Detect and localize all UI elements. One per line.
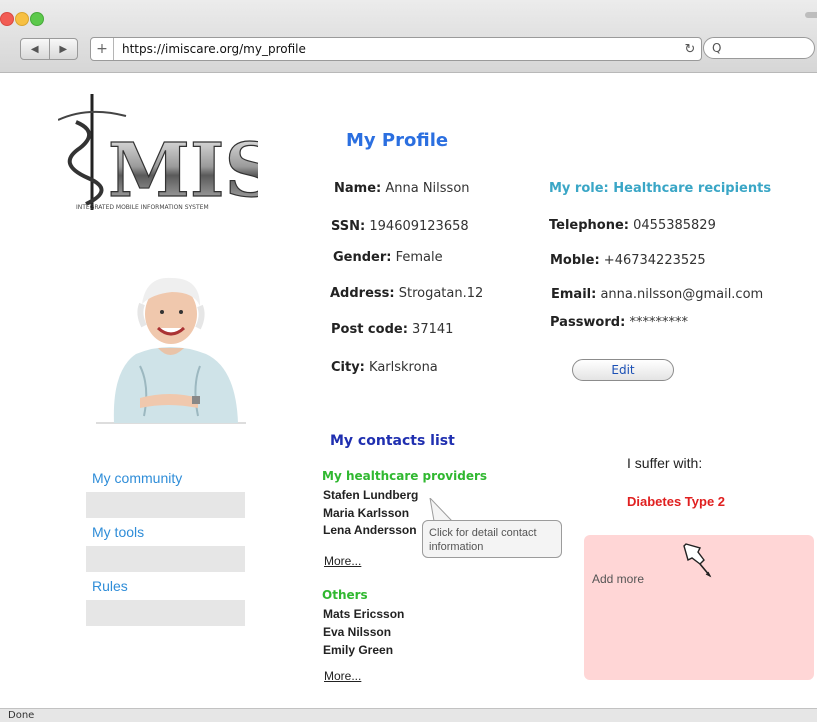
field-city: City: Karlskrona (331, 360, 438, 375)
imis-logo: MIS INTEGRATED MOBILE INFORMATION SYSTEM (58, 94, 258, 214)
toolbar-toggle-button[interactable] (805, 12, 817, 18)
nav-buttons: ◀ ▶ (20, 38, 78, 60)
contact-provider-3[interactable]: Lena Andersson (323, 523, 417, 537)
tooltip-pointer (429, 498, 454, 522)
svg-text:INTEGRATED MOBILE INFORMATION: INTEGRATED MOBILE INFORMATION SYSTEM (76, 204, 209, 211)
forward-arrow-icon[interactable]: ▶ (50, 39, 78, 59)
field-mobile: Moble: +46734223525 (550, 253, 706, 268)
sidebar-item-my-community[interactable]: My community (92, 470, 182, 486)
contact-provider-1[interactable]: Stafen Lundberg (323, 488, 418, 502)
sidebar-placeholder-bar (86, 546, 245, 572)
field-address: Address: Strogatan.12 (330, 286, 484, 301)
field-telephone: Telephone: 0455385829 (549, 218, 716, 233)
pushpin-icon[interactable] (676, 540, 716, 580)
field-postcode: Post code: 37141 (331, 322, 454, 337)
field-email: Email: anna.nilsson@gmail.com (551, 287, 764, 302)
add-more-label[interactable]: Add more (592, 572, 644, 586)
status-bar: Done (0, 708, 817, 722)
sidebar-placeholder-bar (86, 492, 245, 518)
contact-other-3[interactable]: Emily Green (323, 643, 393, 657)
window-zoom-button[interactable] (30, 12, 44, 26)
contact-tooltip: Click for detail contact information (422, 520, 562, 558)
svg-text:MIS: MIS (108, 128, 258, 214)
providers-more-link[interactable]: More... (324, 554, 361, 568)
sidebar-item-rules[interactable]: Rules (92, 578, 128, 594)
window-close-button[interactable] (0, 12, 14, 26)
add-bookmark-icon[interactable]: + (91, 38, 114, 60)
reload-icon[interactable]: ↻ (679, 42, 701, 57)
condition-item[interactable]: Diabetes Type 2 (627, 494, 725, 509)
address-url[interactable]: https://imiscare.org/my_profile (114, 42, 679, 56)
contact-other-2[interactable]: Eva Nilsson (323, 625, 391, 639)
window-minimize-button[interactable] (15, 12, 29, 26)
user-avatar (96, 277, 246, 424)
sidebar-placeholder-bar (86, 600, 245, 626)
providers-heading: My healthcare providers (322, 469, 488, 483)
edit-button[interactable]: Edit (572, 359, 674, 381)
field-ssn: SSN: 194609123658 (331, 219, 469, 234)
search-icon: Q (712, 41, 722, 55)
contact-provider-2[interactable]: Maria Karlsson (323, 506, 409, 520)
field-password: Password: ********* (550, 315, 688, 330)
field-gender: Gender: Female (333, 250, 443, 265)
conditions-heading: I suffer with: (627, 455, 703, 471)
search-field[interactable]: Q (703, 37, 815, 59)
field-name: Name: Anna Nilsson (334, 181, 470, 196)
contacts-title: My contacts list (330, 433, 455, 449)
contact-other-1[interactable]: Mats Ericsson (323, 607, 404, 621)
sidebar-item-my-tools[interactable]: My tools (92, 524, 144, 540)
user-role: My role: Healthcare recipients (549, 181, 772, 196)
back-arrow-icon[interactable]: ◀ (21, 39, 50, 59)
page-title: My Profile (346, 130, 449, 151)
address-bar[interactable]: + https://imiscare.org/my_profile ↻ (90, 37, 702, 61)
others-heading: Others (322, 588, 368, 602)
others-more-link[interactable]: More... (324, 669, 361, 683)
